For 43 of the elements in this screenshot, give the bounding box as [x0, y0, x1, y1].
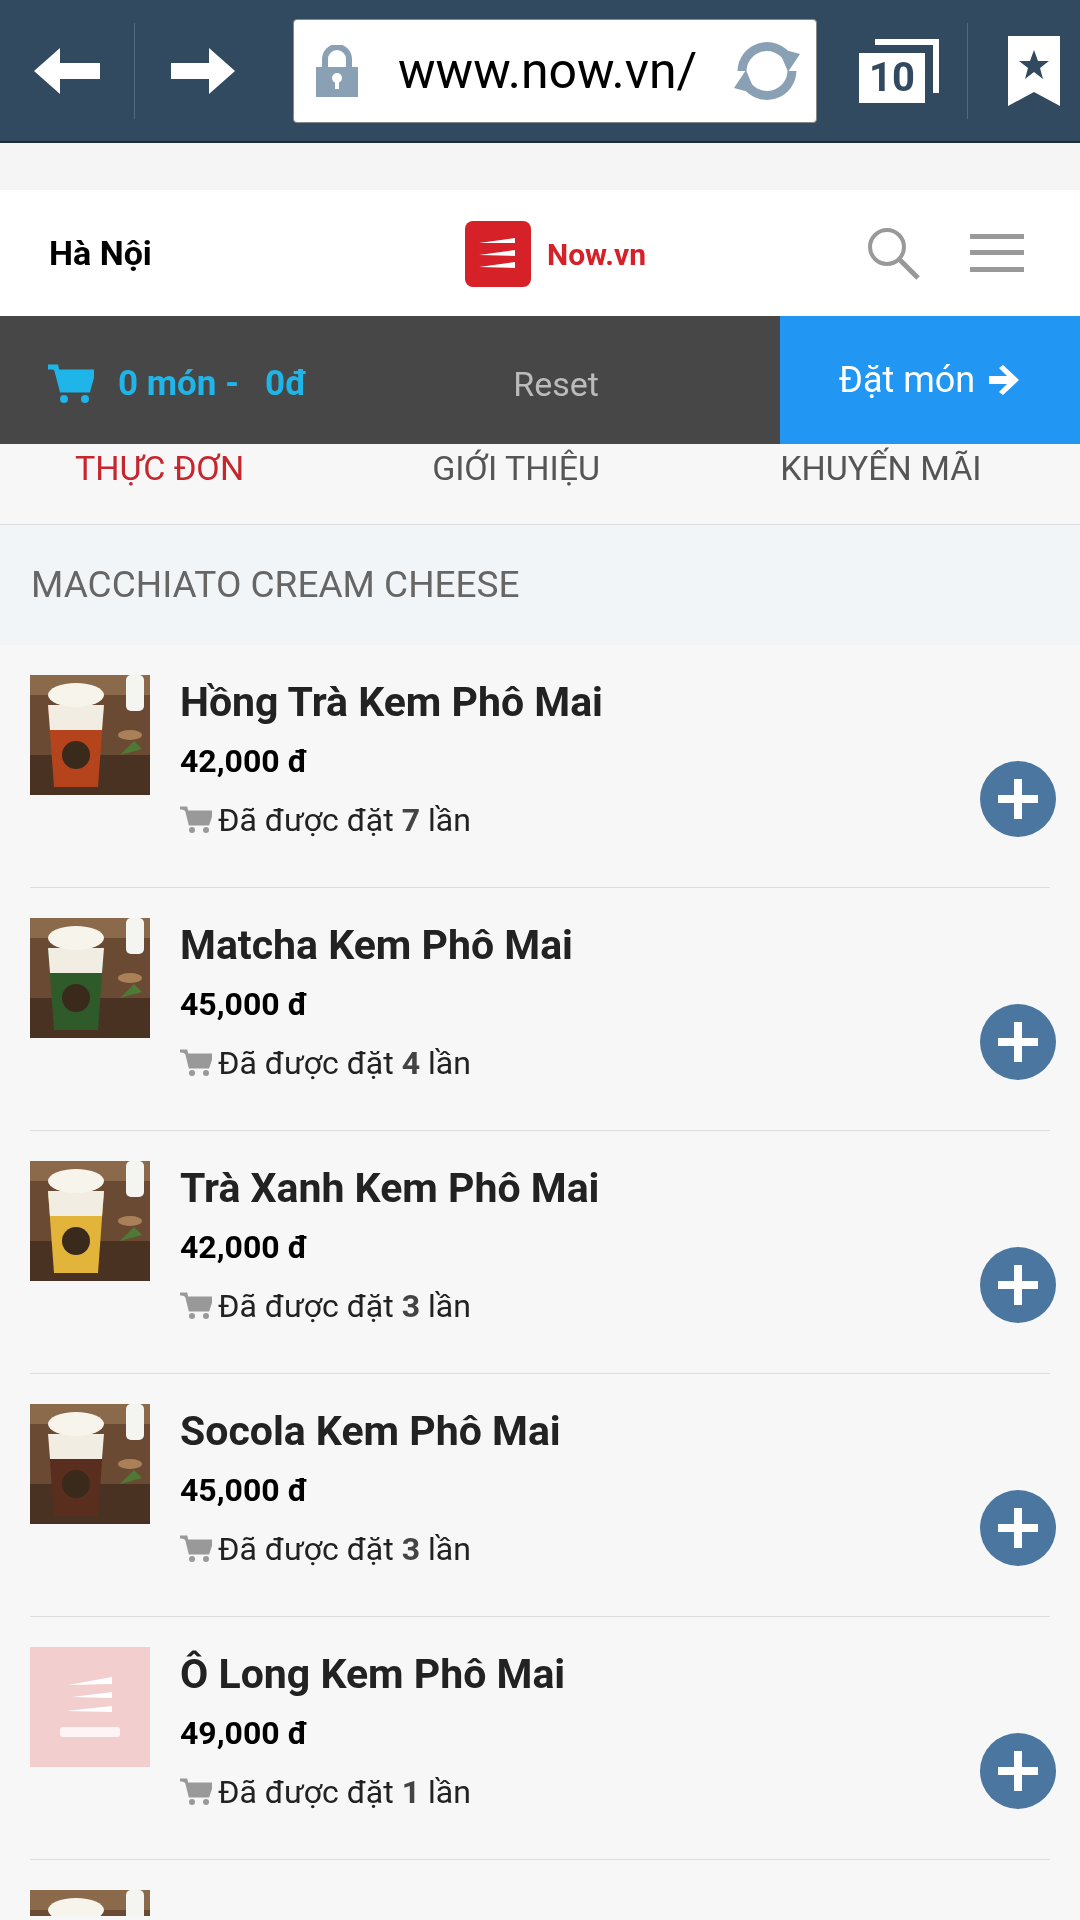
plus-icon — [998, 1022, 1038, 1062]
logo-text: Now.vn — [547, 235, 647, 274]
lock-icon — [316, 44, 358, 97]
order-count: Đã được đặt 3 lần — [218, 1530, 471, 1568]
plus-icon — [998, 779, 1038, 819]
cart-icon — [180, 1292, 212, 1320]
item-price: 49,000 đ — [180, 1713, 309, 1753]
cart-icon — [180, 806, 212, 834]
item-name: Ô Long Kem Phô Mai — [180, 1651, 566, 1697]
item-name: Matcha Kem Phô Mai — [180, 922, 573, 968]
order-count: Đã được đặt 7 lần — [218, 801, 471, 839]
item-price: 45,000 đ — [180, 1470, 309, 1510]
cart-icon — [180, 1778, 212, 1806]
cart-icon — [48, 364, 94, 404]
item-name: Hồng Trà Kem Phô Mai — [180, 679, 603, 725]
forward-icon[interactable] — [171, 47, 235, 94]
bookmark-icon[interactable] — [1008, 35, 1060, 106]
plus-icon — [998, 1508, 1038, 1548]
plus-icon — [998, 1751, 1038, 1791]
item-name: Socola Kem Phô Mai — [180, 1408, 561, 1454]
cart-summary: 0 món - 0đ — [118, 361, 308, 406]
tab[interactable]: KHUYẾN MÃI — [780, 448, 982, 488]
cart-icon — [180, 1535, 212, 1563]
reset-button[interactable]: Reset — [513, 358, 599, 410]
logo-icon — [465, 221, 531, 287]
order-count: Đã được đặt 1 lần — [218, 1773, 471, 1811]
order-count: Đã được đặt 4 lần — [218, 1044, 471, 1082]
menu-icon[interactable] — [970, 234, 1024, 272]
tab[interactable]: THỰC ĐƠN — [75, 448, 245, 488]
item-price: 45,000 đ — [180, 984, 309, 1024]
item-price: 42,000 đ — [180, 1227, 309, 1267]
address-bar[interactable]: www.now.vn/ — [293, 18, 817, 123]
item-name: Trà Xanh Kem Phô Mai — [180, 1165, 600, 1211]
order-count: Đã được đặt 3 lần — [218, 1287, 471, 1325]
search-icon[interactable] — [866, 226, 920, 280]
tab[interactable]: GIỚI THIỆU — [432, 448, 601, 488]
back-icon[interactable] — [34, 47, 100, 94]
city-label[interactable]: Hà Nội — [49, 227, 152, 279]
url-text: www.now.vn/ — [398, 45, 698, 96]
section-heading: MACCHIATO CREAM CHEESE — [31, 562, 520, 609]
cart-icon — [180, 1049, 212, 1077]
item-price: 42,000 đ — [180, 741, 309, 781]
plus-icon — [998, 1265, 1038, 1305]
